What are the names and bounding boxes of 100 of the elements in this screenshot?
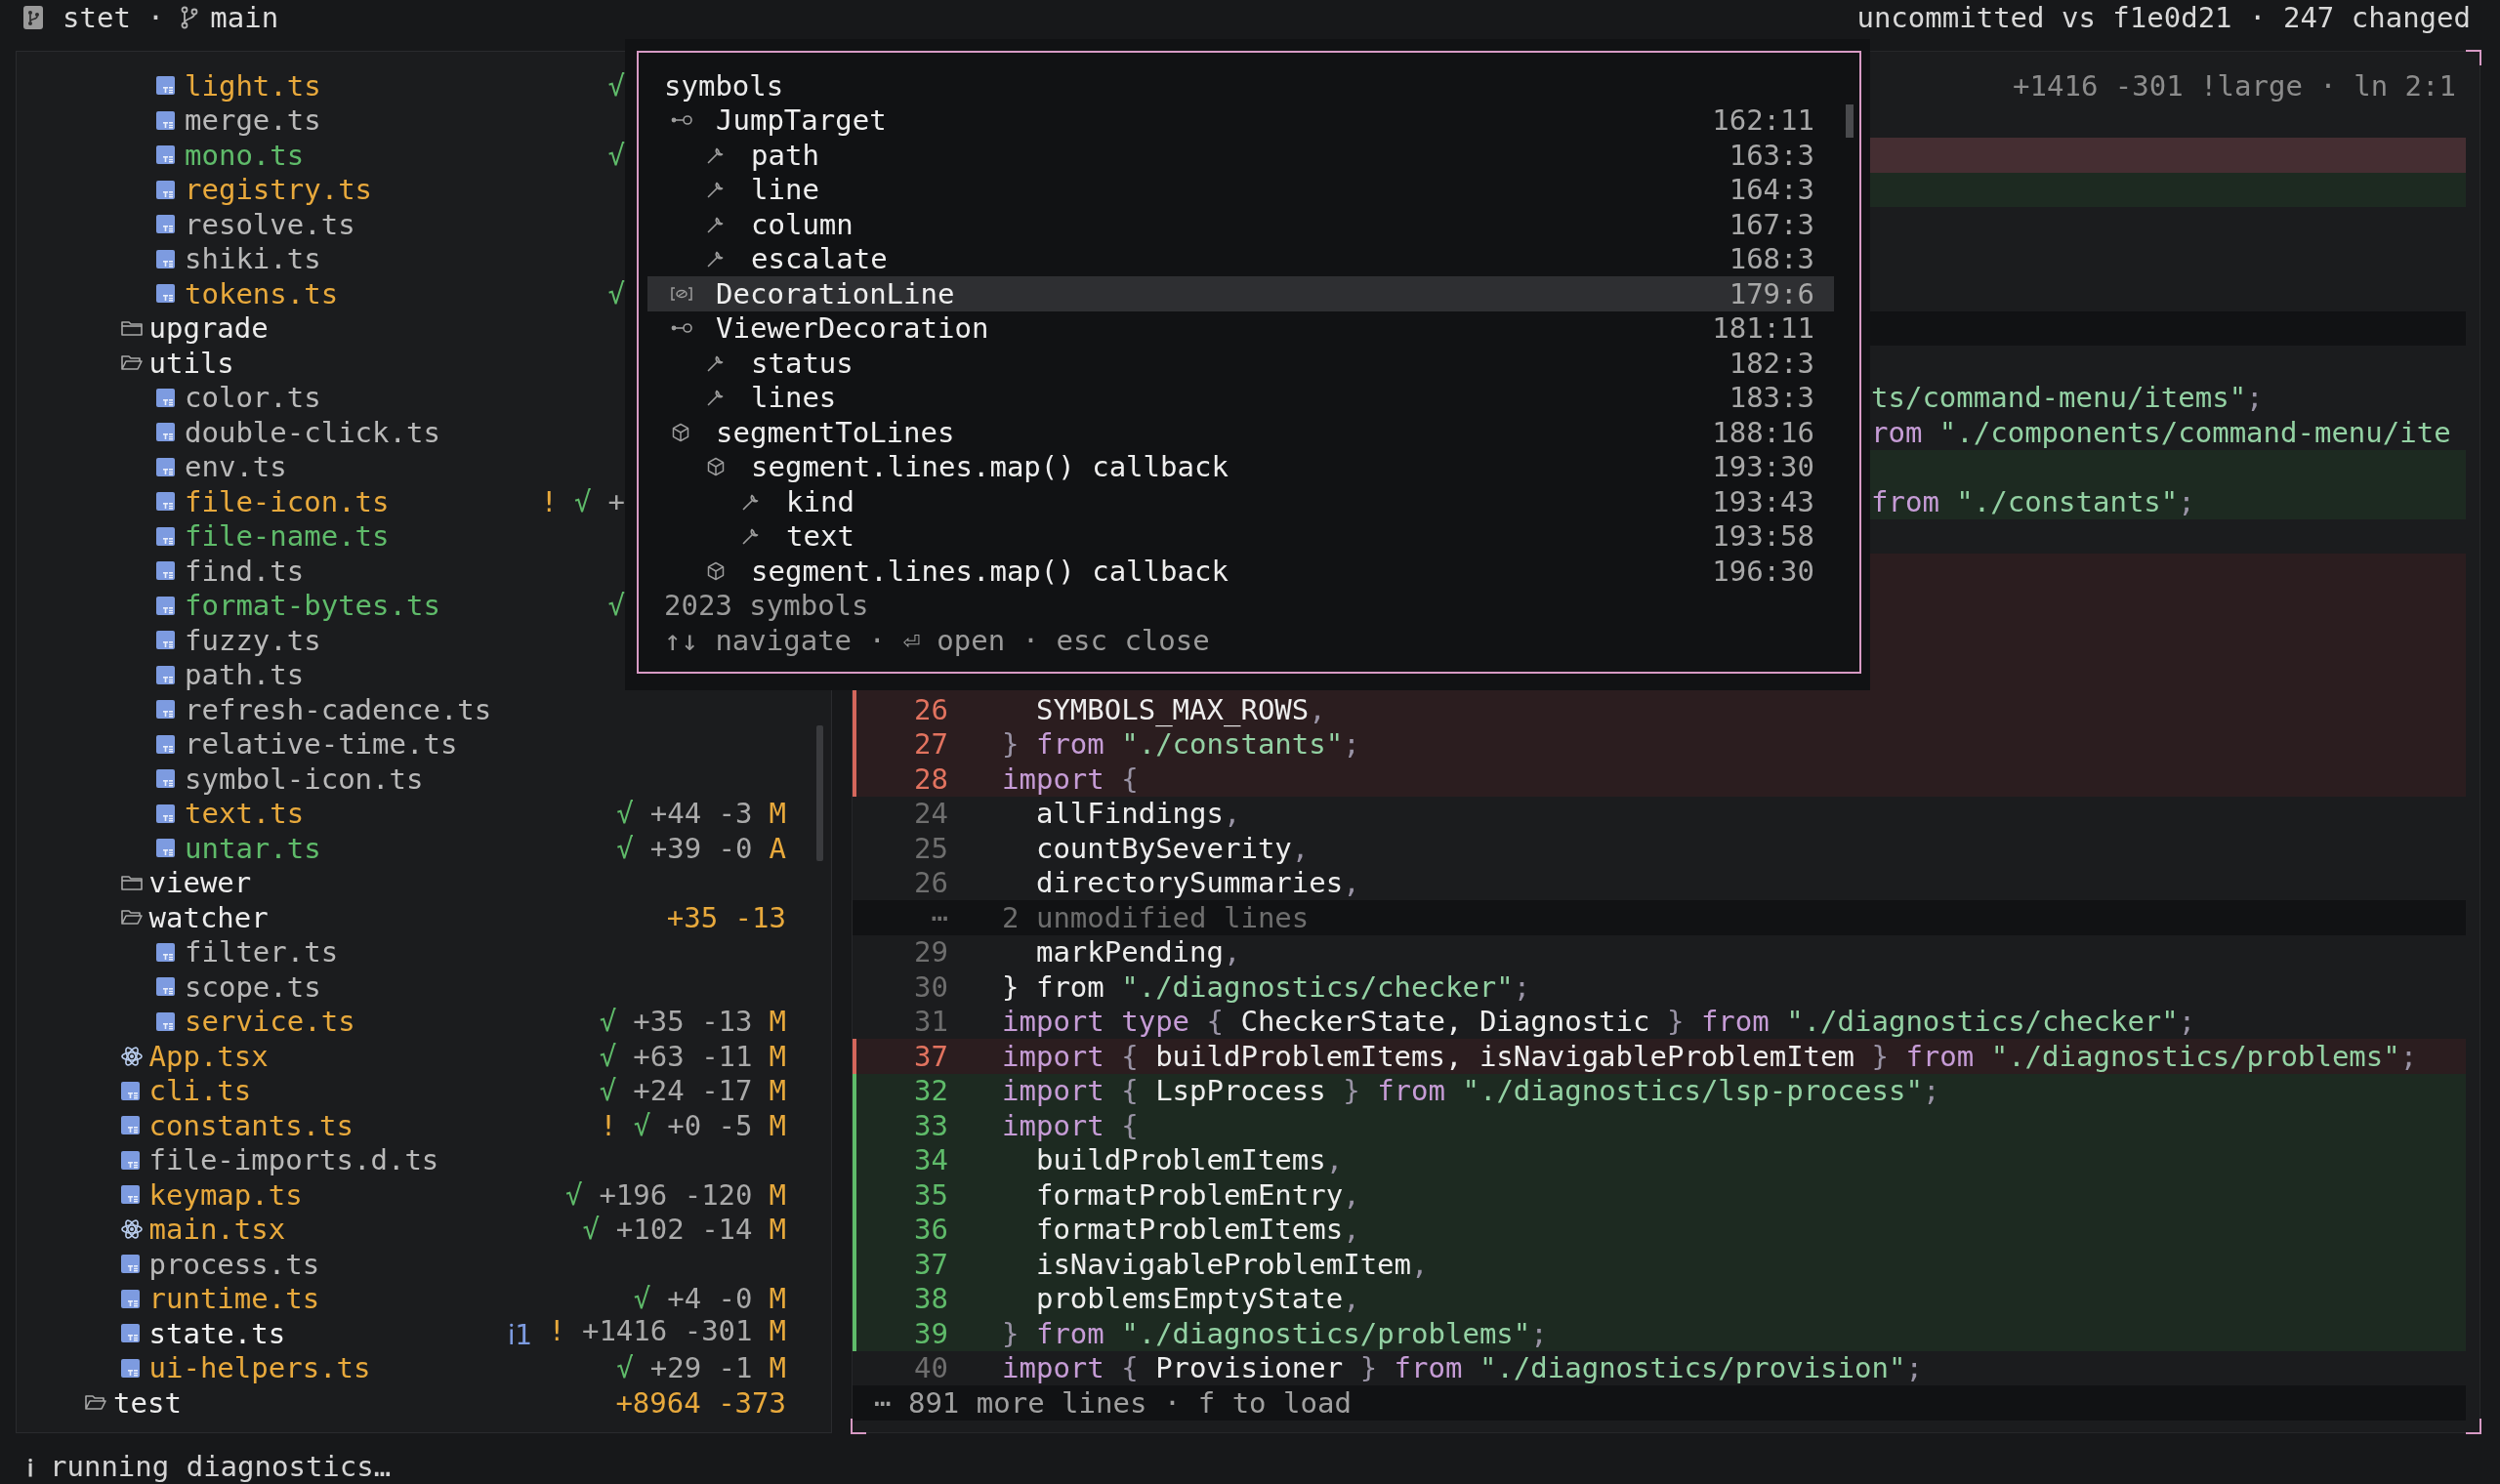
popup-title: symbols	[664, 68, 784, 103]
folder-item[interactable]: test +8964 -373	[17, 1385, 786, 1421]
file-item[interactable]: scope.ts	[17, 969, 786, 1005]
diff-stats: +1416 -301 !large · ln 2:1	[2013, 68, 2456, 103]
code-line: import type { CheckerState, Diagnostic } from "./diagnostics/checker";	[1002, 1005, 2196, 1039]
file-item[interactable]: merge.ts	[17, 103, 625, 138]
file-item[interactable]: find.ts	[17, 554, 625, 589]
repository-name: stet	[62, 1, 131, 34]
diff-summary: uncommitted vs f1e0d21 · 247 changed	[1856, 1, 2471, 34]
typescript-file-icon	[120, 1358, 140, 1378]
file-item[interactable]: path.ts	[17, 657, 625, 692]
code-line: import { LspProcess } from "./diagnostics/lsp-process";	[1002, 1074, 1940, 1108]
status-message: running diagnostics…	[50, 1450, 392, 1483]
typescript-file-icon	[120, 1255, 140, 1274]
code-line: } from "./diagnostics/problems";	[1002, 1316, 1548, 1350]
code-line: problemsEmptyState,	[1034, 1282, 1360, 1316]
file-item[interactable]: relative-time.ts	[17, 726, 786, 762]
symbol-item[interactable]: segmentToLines 188:16	[647, 415, 1834, 450]
typescript-file-icon	[156, 561, 175, 581]
file-item[interactable]: symbol-icon.ts	[17, 762, 786, 797]
file-item[interactable]: registry.ts	[17, 172, 625, 207]
typescript-file-icon	[120, 1185, 140, 1205]
file-item[interactable]: shiki.ts	[17, 241, 625, 276]
file-item[interactable]: refresh-cadence.ts	[17, 692, 786, 727]
file-item[interactable]: runtime.ts √ +4 -0 M	[17, 1281, 786, 1316]
symbol-item[interactable]: column 167:3	[647, 207, 1834, 242]
symbol-item[interactable]: ViewerDecoration 181:11	[647, 310, 1834, 346]
file-item[interactable]: mono.ts √	[17, 138, 625, 173]
file-item[interactable]: env.ts	[17, 449, 625, 484]
symbol-item[interactable]: status 182:3	[647, 346, 1834, 381]
code-line: markPending,	[1034, 935, 1241, 969]
file-item[interactable]: main.tsx √ +102 -14 M	[17, 1212, 786, 1247]
file-item[interactable]: untar.ts √ +39 -0 A	[17, 831, 786, 866]
cube-icon	[671, 422, 690, 442]
typescript-file-icon	[156, 977, 175, 997]
symbol-item[interactable]: segment.lines.map() callback 196:30	[647, 554, 1834, 589]
file-item[interactable]: light.ts √	[17, 68, 625, 103]
folder-item[interactable]: upgrade	[17, 310, 625, 346]
file-item[interactable]: double-click.ts	[17, 415, 625, 450]
symbol-item[interactable]: segment.lines.map() callback 193:30	[647, 449, 1834, 484]
line-number: 37	[913, 1247, 948, 1281]
folder-item[interactable]: watcher +35 -13	[17, 900, 786, 935]
branch-name[interactable]: main	[210, 1, 279, 34]
typescript-file-icon	[156, 249, 175, 268]
file-item[interactable]: cli.ts √ +24 -17 M	[17, 1073, 786, 1108]
code-line: buildProblemItems,	[1034, 1143, 1344, 1177]
symbol-item[interactable]: DecorationLine 179:6	[647, 276, 1834, 311]
file-item[interactable]: color.ts	[17, 380, 625, 415]
symbol-item[interactable]: kind 193:43	[647, 484, 1834, 519]
file-item[interactable]: fuzzy.ts	[17, 623, 625, 658]
file-item[interactable]: resolve.ts	[17, 207, 625, 242]
file-item[interactable]: file-imports.d.ts	[17, 1142, 786, 1177]
file-item[interactable]: ui-helpers.ts √ +29 -1 M	[17, 1350, 786, 1385]
typescript-file-icon	[120, 1324, 140, 1343]
file-item[interactable]: service.ts √ +35 -13 M	[17, 1004, 786, 1039]
wrench-icon	[741, 526, 761, 547]
branch-icon	[181, 6, 199, 29]
code-line: from "./constants";	[1871, 484, 2195, 518]
scrollbar-thumb[interactable]	[816, 725, 823, 861]
file-item[interactable]: text.ts √ +44 -3 M	[17, 796, 786, 831]
line-number: 36	[913, 1213, 948, 1247]
typescript-file-icon	[156, 1011, 175, 1031]
folder-item[interactable]: viewer	[17, 865, 786, 900]
scrollbar-thumb[interactable]	[1846, 104, 1854, 138]
typescript-file-icon	[120, 1289, 140, 1308]
line-number: 30	[913, 969, 948, 1004]
line-number: 29	[913, 935, 948, 969]
file-item[interactable]: constants.ts ! √ +0 -5 M	[17, 1108, 786, 1143]
file-item[interactable]: tokens.ts √	[17, 276, 625, 311]
line-number: 31	[913, 1005, 948, 1039]
symbol-item[interactable]: text 193:58	[647, 518, 1834, 554]
code-line: import { Provisioner } from "./diagnostics/provision";	[1002, 1351, 1923, 1385]
file-item[interactable]: file-icon.ts ! √ +	[17, 484, 625, 519]
symbol-item[interactable]: path 163:3	[647, 138, 1834, 173]
typescript-file-icon	[156, 526, 175, 546]
file-item[interactable]: format-bytes.ts √	[17, 588, 625, 623]
symbol-item[interactable]: escalate 168:3	[647, 241, 1834, 276]
unmodified-lines-label[interactable]: 2 unmodified lines	[1002, 900, 1310, 934]
symbol-item[interactable]: lines 183:3	[647, 380, 1834, 415]
code-line: ts/command-menu/items";	[1871, 381, 2264, 415]
file-item[interactable]: App.tsx √ +63 -11 M	[17, 1039, 786, 1074]
typescript-file-icon	[156, 423, 175, 442]
code-line: import { buildProblemItems, isNavigableProblemItem } from "./diagnostics/problems";	[1002, 1039, 2418, 1073]
fold-marker: ⋯	[930, 900, 948, 934]
file-item[interactable]: file-name.ts	[17, 518, 625, 554]
symbol-item[interactable]: JumpTarget 162:11	[647, 103, 1834, 138]
typescript-file-icon	[156, 145, 175, 165]
file-item[interactable]: process.ts	[17, 1247, 786, 1282]
typescript-file-icon	[156, 804, 175, 823]
file-item[interactable]: filter.ts	[17, 934, 786, 969]
corner-mark	[2466, 50, 2481, 65]
bracket-icon	[671, 285, 692, 302]
code-line: SYMBOLS_MAX_ROWS,	[1034, 692, 1326, 726]
info-icon: ℹ	[27, 1450, 33, 1483]
atom-icon	[120, 1218, 143, 1241]
code-line: formatProblemEntry,	[1034, 1177, 1360, 1212]
file-item[interactable]: state.ts ℹ1 ! +1416 -301 M	[17, 1316, 786, 1351]
folder-item[interactable]: utils	[17, 346, 625, 381]
symbol-item[interactable]: line 164:3	[647, 172, 1834, 207]
file-item[interactable]: keymap.ts √ +196 -120 M	[17, 1177, 786, 1213]
